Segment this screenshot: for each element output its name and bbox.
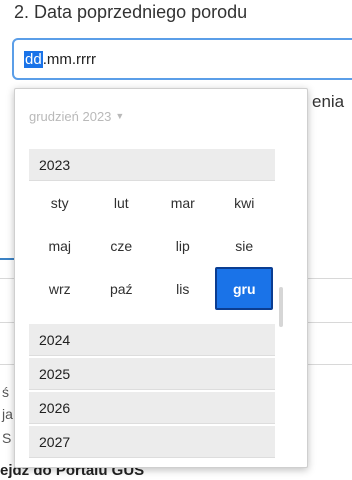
question-label: 2. Data poprzedniego porodu: [14, 2, 248, 22]
month-wrz[interactable]: wrz: [29, 267, 91, 310]
month-lis[interactable]: lis: [152, 267, 214, 310]
month-sie[interactable]: sie: [214, 224, 276, 267]
months-grid: sty lut mar kwi maj cze lip sie wrz paź …: [29, 181, 275, 310]
date-input[interactable]: dd.mm.rrrr: [12, 38, 352, 80]
date-rest-segments[interactable]: .mm.rrrr: [43, 51, 96, 68]
month-lut[interactable]: lut: [91, 181, 153, 224]
year-row-2026[interactable]: 2026: [29, 392, 275, 424]
date-input-text[interactable]: dd.mm.rrrr: [24, 51, 96, 68]
background-right-text: enia: [312, 92, 345, 111]
month-sty[interactable]: sty: [29, 181, 91, 224]
date-day-segment[interactable]: dd: [24, 51, 43, 68]
picker-month-year-header[interactable]: grudzień 2023 ▼: [29, 109, 124, 124]
month-maj[interactable]: maj: [29, 224, 91, 267]
month-lip[interactable]: lip: [152, 224, 214, 267]
month-mar[interactable]: mar: [152, 181, 214, 224]
year-row-2023[interactable]: 2023: [29, 149, 275, 181]
month-cze[interactable]: cze: [91, 224, 153, 267]
background-accent-line: [0, 258, 14, 260]
scrollbar-thumb[interactable]: [279, 287, 283, 327]
year-row-2025[interactable]: 2025: [29, 358, 275, 390]
month-paz[interactable]: paź: [91, 267, 153, 310]
background-side-letter: S: [2, 430, 12, 446]
date-picker-popup: grudzień 2023 ▼ 2023 sty lut mar kwi maj …: [14, 88, 308, 468]
year-row-2024[interactable]: 2024: [29, 324, 275, 356]
month-gru-selected[interactable]: gru: [214, 267, 276, 310]
month-kwi[interactable]: kwi: [214, 181, 276, 224]
caret-down-icon: ▼: [115, 111, 125, 121]
background-side-letter: ś: [2, 384, 9, 400]
background-side-letter: ja: [2, 406, 13, 422]
year-row-2027[interactable]: 2027: [29, 426, 275, 458]
